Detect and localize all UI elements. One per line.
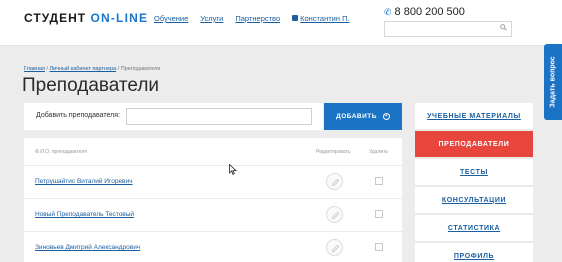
logo[interactable]: СТУДЕНТ ON-LINE [24,11,148,25]
search-icon[interactable] [500,24,507,33]
add-teacher-button[interactable]: ДОБАВИТЬ + [324,103,402,130]
plus-circle-icon: + [382,113,390,120]
mouse-cursor-icon [229,164,237,175]
phone-text: 8 800 200 500 [394,6,465,18]
teachers-table: Ф.И.О. преподавателя Редактировать Удали… [24,138,402,262]
ask-question-tab[interactable]: Задать вопрос [544,44,562,120]
add-teacher-input[interactable] [126,108,312,125]
lock-icon [292,15,299,21]
breadcrumb: Главная / Личный кабинет партнера / Преп… [24,66,160,72]
teacher-name-link[interactable]: Зиновьев Дмитрий Александрович [35,244,140,251]
add-teacher-label: Добавить преподавателя: [36,112,120,119]
table-row: Зиновьев Дмитрий Александрович [24,232,402,262]
page-title: Преподаватели [22,75,160,96]
side-menu-item-teachers[interactable]: ПРЕПОДАВАТЕЛИ [415,131,533,158]
nav-link-education[interactable]: Обучение [154,14,188,23]
side-menu-item-tests[interactable]: ТЕСТЫ [415,159,533,186]
nav-link-partnership[interactable]: Партнерство [235,14,280,23]
add-button-label: ДОБАВИТЬ [336,113,377,120]
pencil-icon [331,244,340,253]
header: СТУДЕНТ ON-LINE Обучение Услуги Партнерс… [0,0,562,46]
user-name: Константин П. [300,14,350,23]
logo-text-right: ON-LINE [90,11,149,25]
breadcrumb-current: Преподаватели [120,66,161,72]
table-row: Петрушайтис Виталий Игоревич [24,166,402,199]
delete-checkbox[interactable] [375,177,383,185]
partner-side-menu: УЧЕБНЫЕ МАТЕРИАЛЫ ПРЕПОДАВАТЕЛИ ТЕСТЫ КО… [415,103,533,262]
add-teacher-form: Добавить преподавателя: [24,103,323,130]
teacher-name-link[interactable]: Новый Преподаватель Тестовый [35,211,134,218]
table-header: Ф.И.О. преподавателя Редактировать Удали… [24,138,402,166]
edit-button[interactable] [326,173,343,190]
phone-number: ✆ 8 800 200 500 [384,6,465,18]
column-header-name: Ф.И.О. преподавателя [35,149,87,155]
teacher-name-link[interactable]: Петрушайтис Виталий Игоревич [35,178,133,185]
edit-button[interactable] [326,206,343,223]
pencil-icon [331,211,340,220]
table-row: Новый Преподаватель Тестовый [24,199,402,232]
column-header-delete: Удалить [369,149,389,155]
pencil-icon [331,178,340,187]
side-menu-item-consultations[interactable]: КОНСУЛЬТАЦИИ [415,187,533,214]
breadcrumb-cabinet[interactable]: Личный кабинет партнера [50,66,117,72]
column-header-edit: Редактировать [316,149,351,155]
phone-icon: ✆ [384,7,392,17]
breadcrumb-home[interactable]: Главная [24,66,45,72]
delete-checkbox[interactable] [375,210,383,218]
user-menu-link[interactable]: Константин П. [292,14,350,23]
main-nav: Обучение Услуги Партнерство Константин П… [154,14,350,23]
side-menu-item-statistics[interactable]: СТАТИСТИКА [415,215,533,242]
search-input[interactable] [384,21,512,37]
ask-question-label: Задать вопрос [549,56,557,108]
logo-text-left: СТУДЕНТ [24,11,87,25]
edit-button[interactable] [326,239,343,256]
side-menu-item-materials[interactable]: УЧЕБНЫЕ МАТЕРИАЛЫ [415,103,533,130]
delete-checkbox[interactable] [375,243,383,251]
side-menu-item-profile[interactable]: ПРОФИЛЬ [415,243,533,262]
nav-link-services[interactable]: Услуги [200,14,223,23]
